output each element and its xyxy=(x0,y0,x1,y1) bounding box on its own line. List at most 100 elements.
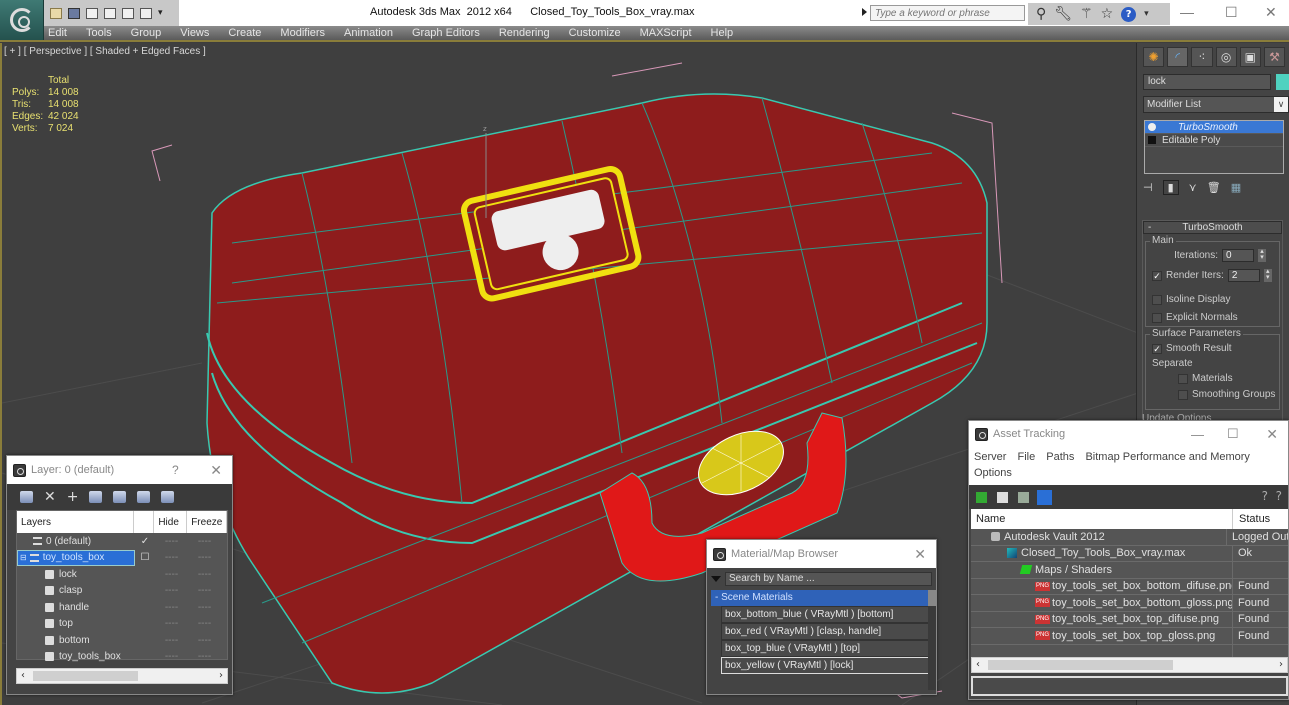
scroll-right-icon[interactable]: › xyxy=(219,670,223,681)
scrollbar-thumb[interactable] xyxy=(988,660,1173,670)
column-current[interactable] xyxy=(134,511,155,533)
display-tab-icon[interactable]: ▣ xyxy=(1239,47,1261,67)
viewport-label[interactable]: [ + ] [ Perspective ] [ Shaded + Edged F… xyxy=(4,46,206,57)
highlight-selected-layers-icon[interactable] xyxy=(113,491,127,503)
select-objects-in-layer-icon[interactable] xyxy=(89,491,103,503)
search-expand-icon[interactable] xyxy=(862,8,867,16)
make-unique-icon[interactable]: ⋎ xyxy=(1189,181,1197,194)
column-name[interactable]: Name xyxy=(971,509,1233,529)
hide-toggle[interactable]: ---- xyxy=(155,635,188,646)
qat-dropdown-icon[interactable]: ▾ xyxy=(158,8,163,18)
menu-maxscript[interactable]: MAXScript xyxy=(640,27,692,39)
iterations-spinner-arrows[interactable]: ▴ ▾ xyxy=(1258,248,1266,262)
asset-path-field[interactable] xyxy=(971,676,1288,696)
infocenter-search-input[interactable] xyxy=(870,5,1025,21)
layer-horizontal-scrollbar[interactable]: ‹ › xyxy=(16,668,228,684)
menu-rendering[interactable]: Rendering xyxy=(499,27,550,39)
rollout-header[interactable]: - TurboSmooth xyxy=(1143,221,1282,234)
communication-center-icon[interactable]: ⚚ xyxy=(1080,6,1093,22)
stack-item-turbosmooth[interactable]: TurboSmooth xyxy=(1145,121,1283,134)
menu-views[interactable]: Views xyxy=(180,27,209,39)
column-freeze[interactable]: Freeze xyxy=(187,511,227,533)
scroll-right-icon[interactable]: › xyxy=(1279,659,1283,670)
material-item[interactable]: box_top_blue ( VRayMtl ) [top] xyxy=(721,640,930,657)
hide-toggle[interactable]: ---- xyxy=(155,552,188,563)
explicit-normals-option[interactable]: Explicit Normals xyxy=(1152,312,1238,323)
create-tab-icon[interactable]: ✺ xyxy=(1143,47,1165,67)
explicit-normals-checkbox[interactable] xyxy=(1152,312,1162,323)
hide-toggle[interactable]: ---- xyxy=(155,569,188,580)
hide-toggle[interactable]: ---- xyxy=(155,618,188,629)
material-item[interactable]: box_red ( VRayMtl ) [clasp, handle] xyxy=(721,623,930,640)
minimize-button[interactable]: — xyxy=(1191,427,1204,442)
menu-modifiers[interactable]: Modifiers xyxy=(280,27,325,39)
open-file-icon[interactable] xyxy=(50,7,62,19)
favorites-star-icon[interactable]: ☆ xyxy=(1101,6,1114,22)
isoline-display-checkbox[interactable] xyxy=(1152,294,1162,305)
asset-row[interactable]: PNG toy_tools_set_box_top_difuse.png Foun… xyxy=(971,611,1288,628)
isoline-display-option[interactable]: Isoline Display xyxy=(1152,294,1230,305)
smooth-result-option[interactable]: ✓ Smooth Result xyxy=(1152,343,1232,354)
help-dropdown-icon[interactable]: ▾ xyxy=(1144,9,1149,19)
binoculars-icon[interactable]: ⚲ xyxy=(1036,6,1046,22)
column-status[interactable]: Status xyxy=(1233,513,1270,525)
freeze-toggle[interactable]: ---- xyxy=(188,552,221,563)
menu-file[interactable]: File xyxy=(1017,451,1035,463)
help-icons[interactable]: ? ? xyxy=(1262,489,1282,503)
wrench-icon[interactable]: 🔧︎ xyxy=(1054,6,1072,22)
object-row[interactable]: bottom ---- ---- xyxy=(17,632,227,649)
collapse-icon[interactable]: ⊟ xyxy=(20,553,27,562)
undo-icon[interactable] xyxy=(86,7,98,19)
pin-stack-icon[interactable]: ⊣ xyxy=(1143,181,1153,194)
column-hide[interactable]: Hide xyxy=(154,511,188,533)
search-by-name-input[interactable]: Search by Name ... xyxy=(725,572,932,586)
menu-server[interactable]: Server xyxy=(974,451,1006,463)
expand-plus-icon[interactable] xyxy=(1148,136,1156,144)
hold-icon[interactable] xyxy=(104,7,116,19)
column-layers[interactable]: Layers xyxy=(17,511,135,533)
object-row[interactable]: lock ---- ---- xyxy=(17,566,227,583)
table-view-icon[interactable] xyxy=(1037,489,1052,505)
menu-customize[interactable]: Customize xyxy=(569,27,621,39)
freeze-toggle[interactable]: ---- xyxy=(188,635,221,646)
render-iters-checkbox[interactable]: ✓ xyxy=(1152,270,1162,281)
show-end-result-icon[interactable]: ▮ xyxy=(1162,180,1179,195)
minimize-button[interactable]: — xyxy=(1180,4,1194,20)
material-vertical-scrollbar[interactable] xyxy=(928,590,936,690)
asset-tracking-titlebar[interactable]: Asset Tracking — ☐ ✕ xyxy=(969,421,1288,447)
maximize-button[interactable]: ☐ xyxy=(1227,426,1239,442)
asset-row[interactable]: PNG toy_tools_set_box_bottom_difuse.png F… xyxy=(971,578,1288,595)
object-row[interactable]: clasp ---- ---- xyxy=(17,583,227,600)
smoothing-groups-checkbox[interactable] xyxy=(1178,389,1188,400)
freeze-toggle[interactable]: ---- xyxy=(188,651,221,662)
delete-layer-icon[interactable]: ✕ xyxy=(44,489,56,505)
thumbnail-view-icon[interactable] xyxy=(1018,491,1029,503)
material-browser-titlebar[interactable]: Material/Map Browser ✕ xyxy=(707,540,936,568)
close-button[interactable]: ✕ xyxy=(1265,4,1277,21)
hierarchy-tab-icon[interactable]: ⁖ xyxy=(1191,47,1213,67)
add-to-layer-icon[interactable]: + xyxy=(67,489,79,505)
remove-modifier-icon[interactable]: 🗑︎ xyxy=(1207,181,1221,194)
menu-edit[interactable]: Edit xyxy=(48,27,67,39)
object-row[interactable]: top ---- ---- xyxy=(17,616,227,633)
hide-toggle[interactable]: ---- xyxy=(155,651,188,662)
layer-row[interactable]: ⊟ toy_tools_box ☐ ---- ---- xyxy=(17,549,227,566)
asset-row[interactable]: Autodesk Vault 2012 Logged Out xyxy=(971,529,1288,546)
asset-row[interactable]: Maps / Shaders xyxy=(971,562,1288,579)
create-layer-icon[interactable] xyxy=(20,491,33,503)
close-button[interactable]: ✕ xyxy=(210,462,222,479)
scene-materials-group[interactable]: - Scene Materials xyxy=(711,590,930,606)
close-button[interactable]: ✕ xyxy=(914,546,926,563)
menu-tools[interactable]: Tools xyxy=(86,27,112,39)
utilities-tab-icon[interactable]: ⚒ xyxy=(1263,47,1286,67)
layer-row[interactable]: 0 (default) ✓ ---- ---- xyxy=(17,533,227,550)
material-item[interactable]: box_yellow ( VRayMtl ) [lock] xyxy=(721,657,930,674)
hide-toggle[interactable]: ---- xyxy=(155,536,188,547)
smoothing-groups-option[interactable]: Smoothing Groups xyxy=(1178,389,1275,400)
menu-options[interactable]: Options xyxy=(974,467,1012,479)
asset-row[interactable]: PNG toy_tools_set_box_bottom_gloss.png Fo… xyxy=(971,595,1288,612)
object-row[interactable]: handle ---- ---- xyxy=(17,599,227,616)
render-iters-spinner[interactable]: 2 xyxy=(1227,269,1260,282)
current-layer-check[interactable]: ☐ xyxy=(135,552,155,563)
scrollbar-thumb[interactable] xyxy=(33,671,138,681)
